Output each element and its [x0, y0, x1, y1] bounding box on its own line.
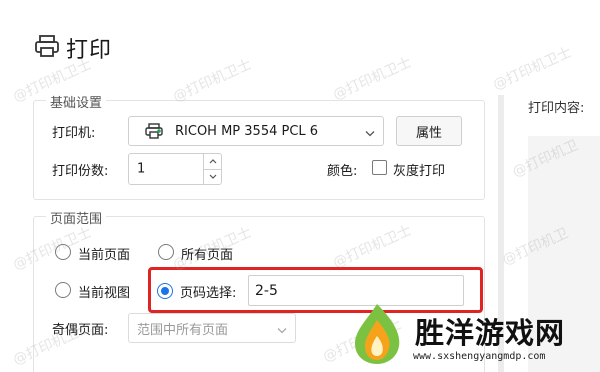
- odd-even-select[interactable]: 范围中所有页面: [128, 313, 296, 343]
- current-view-label: 当前视图: [78, 286, 131, 301]
- properties-button[interactable]: 属性: [396, 116, 462, 146]
- chevron-up-icon: [209, 158, 216, 164]
- printer-select[interactable]: RICOH MP 3554 PCL 6: [128, 116, 384, 146]
- site-logo: 胜洋游戏网 www.sxshengyangmdp.com: [347, 300, 565, 366]
- page-range-value: 2-5: [255, 282, 278, 299]
- stepper-down-button[interactable]: [204, 168, 221, 185]
- watermark: @打印机卫士: [170, 56, 255, 106]
- printer-label: 打印机:: [52, 126, 96, 141]
- odd-even-label: 奇偶页面:: [52, 323, 109, 338]
- grayscale-label: 灰度打印: [393, 164, 446, 179]
- printer-icon: [34, 34, 60, 62]
- stepper-up-button[interactable]: [204, 154, 221, 169]
- site-url: www.sxshengyangmdp.com: [413, 351, 546, 362]
- color-label: 颜色:: [327, 164, 358, 179]
- basic-settings-group: 基础设置: [33, 92, 485, 200]
- radio-all-pages[interactable]: [158, 244, 174, 260]
- site-name: 胜洋游戏网: [415, 315, 566, 350]
- page-select-label: 页码选择:: [180, 286, 237, 301]
- chevron-down-icon: [277, 319, 287, 338]
- window-title: 打印: [66, 38, 113, 63]
- printer-select-value: RICOH MP 3554 PCL 6: [175, 123, 319, 139]
- current-page-label: 当前页面: [78, 248, 131, 263]
- grayscale-checkbox[interactable]: [372, 160, 387, 175]
- odd-even-value: 范围中所有页面: [137, 322, 229, 338]
- flame-logo-icon: [347, 300, 407, 366]
- radio-page-select[interactable]: [157, 283, 173, 299]
- basic-settings-title: 基础设置: [46, 92, 107, 111]
- radio-current-page[interactable]: [55, 244, 71, 260]
- page-range-title: 页面范围: [46, 208, 107, 227]
- dialog-title: 打印: [34, 32, 112, 64]
- radio-current-view[interactable]: [55, 282, 71, 298]
- print-content-label: 打印内容:: [528, 101, 585, 116]
- watermark: @打印机卫士: [330, 54, 415, 104]
- chevron-down-icon: [209, 174, 216, 180]
- all-pages-label: 所有页面: [181, 248, 234, 263]
- copies-stepper[interactable]: 1: [128, 153, 222, 185]
- copies-label: 打印份数:: [52, 164, 109, 179]
- printer-device-icon: [145, 123, 163, 139]
- copies-value: 1: [137, 161, 146, 177]
- chevron-down-icon: [365, 122, 375, 141]
- watermark: @打印机卫士: [490, 44, 575, 94]
